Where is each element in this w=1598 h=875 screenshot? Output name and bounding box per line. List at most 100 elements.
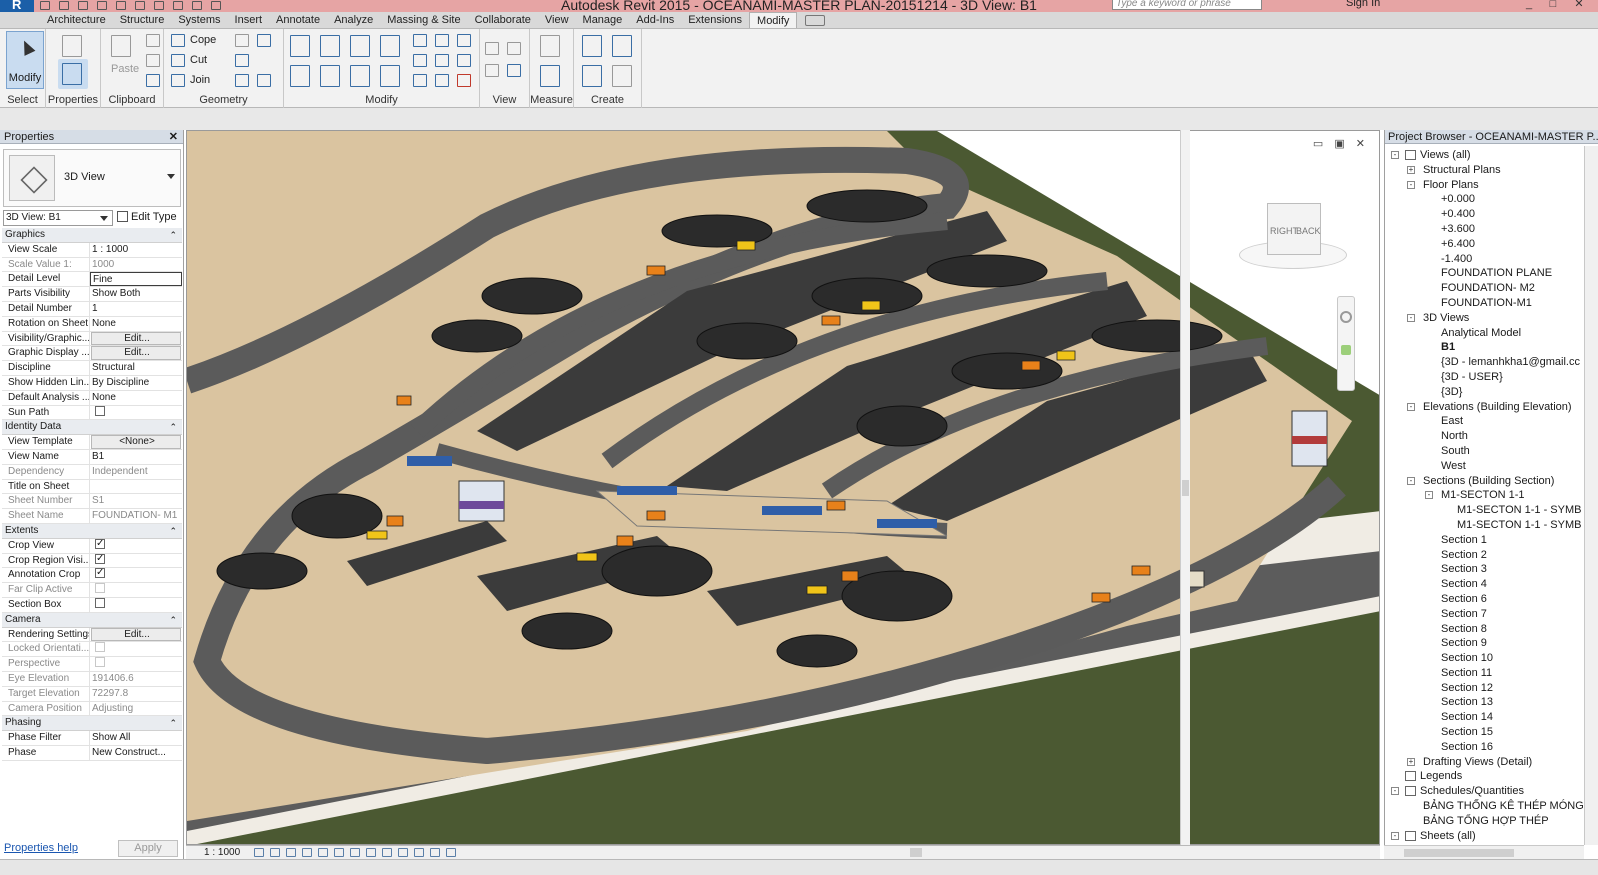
collapse-icon[interactable]: ⌃: [169, 228, 177, 242]
browser-node[interactable]: Section 6: [1385, 592, 1598, 607]
tab-collaborate[interactable]: Collaborate: [468, 12, 538, 28]
scroll-thumb[interactable]: [1182, 480, 1189, 496]
browser-node[interactable]: Section 2: [1385, 548, 1598, 563]
collapse-node-icon[interactable]: -: [1407, 476, 1415, 485]
browser-node[interactable]: Section 13: [1385, 695, 1598, 710]
panel-label-select[interactable]: Select: [0, 94, 45, 106]
checkbox[interactable]: [95, 568, 105, 580]
property-value[interactable]: [90, 405, 182, 420]
type-selector[interactable]: 3D View: [3, 149, 181, 207]
mirror-axis-icon[interactable]: [346, 31, 374, 59]
view-template-icon[interactable]: [504, 61, 524, 79]
browser-node[interactable]: - Elevations (Building Elevation): [1385, 400, 1598, 415]
create-similar-icon[interactable]: [608, 61, 638, 89]
ribbon-minimize-toggle[interactable]: [805, 15, 826, 26]
checkbox[interactable]: [95, 405, 105, 416]
tab-analyze[interactable]: Analyze: [327, 12, 380, 28]
demolish-icon[interactable]: [232, 71, 252, 89]
apply-button[interactable]: Apply: [118, 840, 178, 857]
browser-node[interactable]: Section 7: [1385, 607, 1598, 622]
browser-node[interactable]: {3D - lemanhkha1@gmail.cc: [1385, 355, 1598, 370]
join-icon[interactable]: [168, 71, 188, 89]
browser-node[interactable]: Section 4: [1385, 577, 1598, 592]
steering-wheel-icon[interactable]: [1340, 311, 1352, 323]
close-icon[interactable]: ✕: [1570, 0, 1588, 12]
properties-icon[interactable]: [58, 31, 88, 59]
property-value[interactable]: [90, 568, 182, 582]
crop-region-icon[interactable]: [350, 848, 360, 857]
crop-view-icon[interactable]: [334, 848, 344, 857]
browser-node[interactable]: Section 11: [1385, 666, 1598, 681]
property-group-header[interactable]: Phasing ⌃: [2, 716, 182, 732]
hscroll-thumb[interactable]: [910, 848, 922, 857]
tab-modify[interactable]: Modify: [749, 12, 798, 28]
property-value[interactable]: Show Both: [90, 287, 182, 301]
temporary-hide-icon[interactable]: [382, 848, 392, 857]
browser-node[interactable]: Section 8: [1385, 622, 1598, 637]
join-button[interactable]: Join: [190, 74, 210, 86]
tab-extensions[interactable]: Extensions: [681, 12, 749, 28]
tab-massing-site[interactable]: Massing & Site: [380, 12, 467, 28]
property-group-header[interactable]: Graphics ⌃: [2, 228, 182, 243]
analytical-model-icon[interactable]: [414, 848, 424, 857]
tab-manage[interactable]: Manage: [576, 12, 630, 28]
view-cube-box[interactable]: RIGHT BACK: [1267, 203, 1321, 255]
measure-distance-icon[interactable]: [536, 31, 566, 59]
array-icon[interactable]: [410, 51, 430, 69]
pin-icon[interactable]: [454, 31, 474, 49]
override-graphics-icon[interactable]: [504, 39, 524, 57]
unlock-view-icon[interactable]: [366, 848, 376, 857]
aligned-dimension-icon[interactable]: [536, 61, 566, 89]
properties-help-link[interactable]: Properties help: [4, 842, 78, 854]
view-cube[interactable]: RIGHT BACK: [1239, 203, 1349, 273]
property-edit-button[interactable]: Edit...: [91, 331, 181, 346]
linework-icon[interactable]: [482, 61, 502, 79]
tab-structure[interactable]: Structure: [113, 12, 172, 28]
view-vertical-scrollbar[interactable]: [1180, 130, 1190, 845]
collapse-node-icon[interactable]: -: [1407, 402, 1415, 411]
temp-view-properties-icon[interactable]: [446, 848, 456, 857]
browser-node[interactable]: + Structural Plans: [1385, 163, 1598, 178]
collapse-node-icon[interactable]: -: [1425, 491, 1433, 500]
trim-multiple-icon[interactable]: [410, 71, 430, 89]
property-value[interactable]: [90, 597, 182, 612]
trim-single-icon[interactable]: [432, 71, 452, 89]
browser-node[interactable]: B1: [1385, 340, 1598, 355]
property-edit-button[interactable]: <None>: [91, 435, 181, 449]
browser-node[interactable]: Section 10: [1385, 651, 1598, 666]
browser-node[interactable]: Section 15: [1385, 725, 1598, 740]
browser-node[interactable]: - Sheets (all): [1385, 829, 1598, 844]
collapse-icon[interactable]: ⌃: [169, 420, 177, 434]
modify-button[interactable]: Modify: [6, 31, 44, 89]
browser-node[interactable]: +3.600: [1385, 222, 1598, 237]
browser-node[interactable]: North: [1385, 429, 1598, 444]
move-icon[interactable]: [286, 61, 314, 89]
hide-element-icon[interactable]: [482, 39, 502, 57]
create-parts-icon[interactable]: [608, 31, 638, 59]
cut-button[interactable]: Cut: [190, 54, 207, 66]
cut-geometry-icon[interactable]: [168, 51, 188, 69]
property-edit-button[interactable]: Edit...: [91, 627, 181, 642]
expand-node-icon[interactable]: +: [1407, 757, 1415, 766]
property-value[interactable]: 1: [90, 302, 182, 316]
cope-icon[interactable]: [168, 31, 188, 49]
highlight-displacement-icon[interactable]: [430, 848, 440, 857]
property-group-header[interactable]: Camera ⌃: [2, 612, 182, 628]
property-group-header[interactable]: Extents ⌃: [2, 523, 182, 539]
property-value[interactable]: None: [90, 391, 182, 405]
sun-path-icon[interactable]: [286, 848, 296, 857]
browser-node[interactable]: - Sections (Building Section): [1385, 474, 1598, 489]
unpin-icon[interactable]: [454, 51, 474, 69]
search-input[interactable]: Type a keyword or phrase: [1112, 0, 1262, 10]
checkbox[interactable]: [95, 597, 105, 608]
browser-node[interactable]: Section 3: [1385, 562, 1598, 577]
property-value[interactable]: [90, 538, 182, 553]
3d-view-canvas[interactable]: ▭ ▣ ✕ RIGHT BACK: [186, 130, 1380, 845]
tab-add-ins[interactable]: Add-Ins: [629, 12, 681, 28]
reveal-hidden-icon[interactable]: [398, 848, 408, 857]
trim-extend-icon[interactable]: [376, 61, 404, 89]
minimize-icon[interactable]: _: [1520, 0, 1538, 12]
expand-node-icon[interactable]: +: [1407, 165, 1415, 174]
collapse-node-icon[interactable]: -: [1391, 787, 1399, 796]
browser-node[interactable]: - Views (all): [1385, 148, 1598, 163]
